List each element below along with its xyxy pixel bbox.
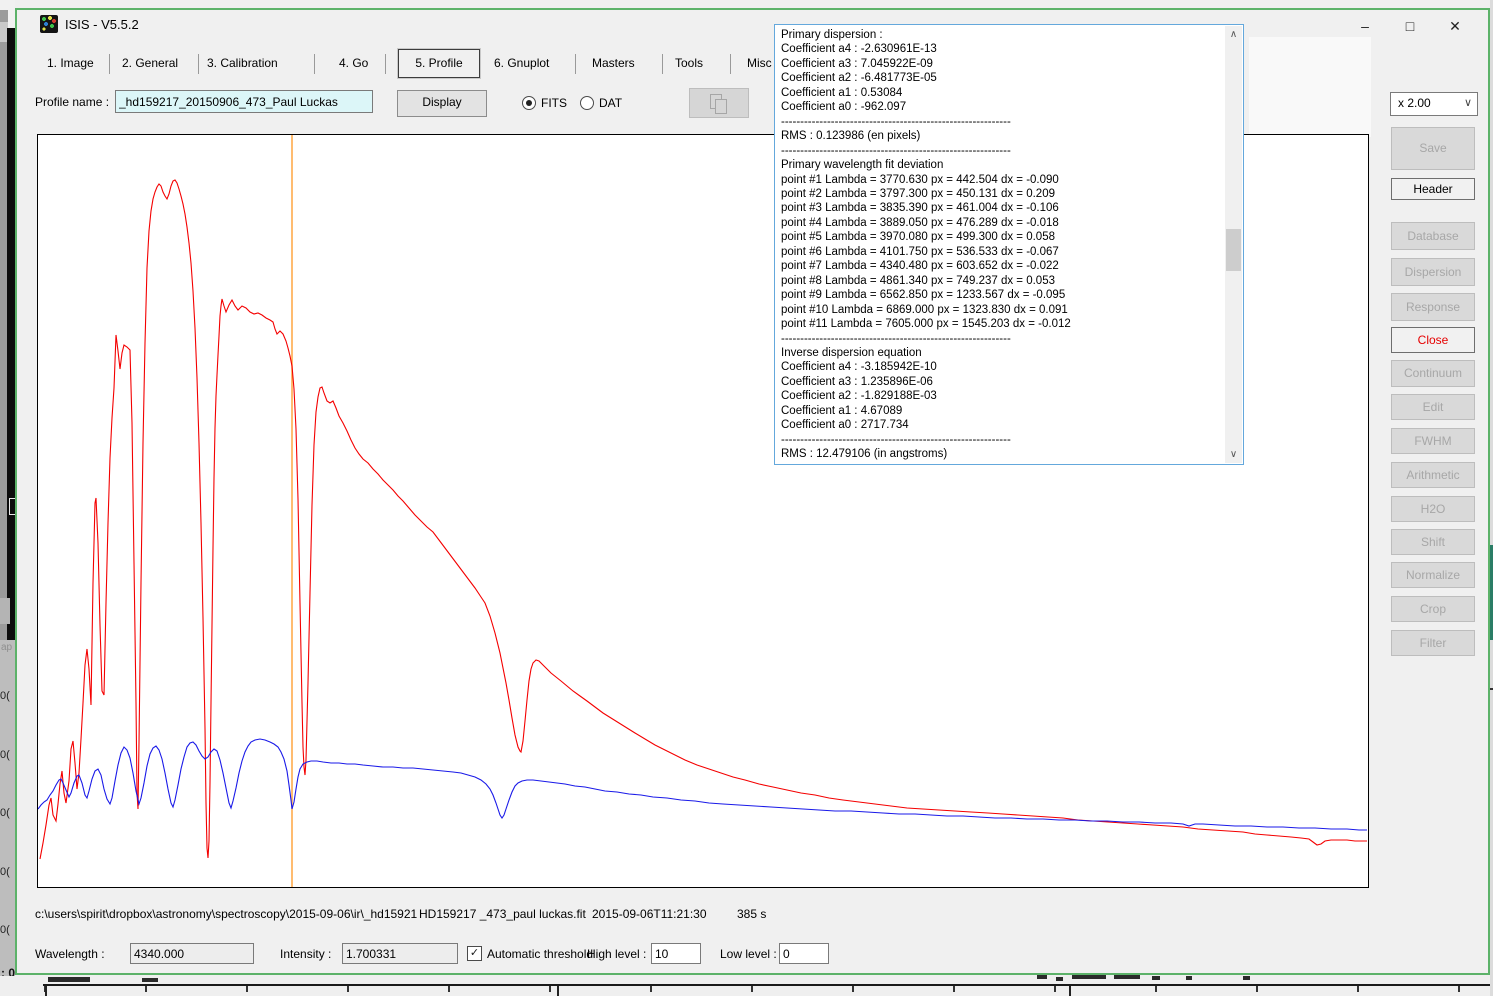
background-window-dark-strip	[7, 28, 15, 640]
tab-separator	[314, 54, 315, 74]
desktop: ap 0(0(0(0(0( : 0 ISIS - V5.5.2 – □ ✕ 1.…	[0, 0, 1493, 996]
profile-name-input[interactable]	[115, 90, 373, 113]
wavelength-value-field[interactable]	[130, 943, 254, 964]
dispersion-button[interactable]: Dispersion	[1391, 258, 1475, 286]
automatic-threshold-label: Automatic threshold	[487, 947, 593, 961]
timestamp-label: 2015-09-06T11:21:30	[592, 907, 707, 921]
tab-misc[interactable]: Misc	[747, 56, 772, 70]
header-button[interactable]: Header	[1391, 178, 1475, 200]
background-curve-fragment	[1243, 976, 1250, 980]
maximize-button[interactable]: □	[1395, 14, 1425, 38]
wavelength-label: Wavelength :	[35, 947, 105, 961]
low-level-field[interactable]	[779, 943, 829, 964]
dispersion-results-text: Primary dispersion :Coefficient a4 : -2.…	[781, 28, 1219, 461]
close-button[interactable]: Close	[1391, 327, 1475, 353]
canvas-background-patch	[1249, 37, 1371, 137]
background-axis-labels: 0(0(0(0(0(	[0, 690, 15, 983]
normalize-button[interactable]: Normalize	[1391, 562, 1475, 588]
check-icon: ✓	[470, 947, 479, 959]
tab-masters[interactable]: Masters	[592, 56, 635, 70]
tab-separator	[730, 54, 731, 74]
background-curve-fragment	[1056, 977, 1063, 981]
window-title: ISIS - V5.5.2	[65, 17, 139, 32]
automatic-threshold-checkbox[interactable]: ✓	[467, 946, 482, 961]
fwhm-button[interactable]: FWHM	[1391, 428, 1475, 454]
display-button[interactable]: Display	[397, 90, 487, 117]
copy-icon	[710, 94, 722, 109]
background-curve-fragment	[48, 977, 90, 982]
dispersion-results-popup[interactable]: Primary dispersion :Coefficient a4 : -2.…	[774, 24, 1244, 465]
h2o-button[interactable]: H2O	[1391, 496, 1475, 522]
minimize-button[interactable]: –	[1350, 14, 1380, 38]
tab-separator	[662, 54, 663, 74]
background-curve-fragment	[1186, 976, 1192, 980]
tab-separator	[198, 54, 199, 74]
crop-button[interactable]: Crop	[1391, 596, 1475, 622]
fits-radio[interactable]	[522, 96, 536, 110]
tab-profile-label: 5. Profile	[415, 56, 462, 70]
dat-radio-label: DAT	[599, 96, 622, 110]
intensity-value-field[interactable]	[342, 943, 458, 964]
fits-radio-label: FITS	[541, 96, 567, 110]
tab-calibration[interactable]: 3. Calibration	[207, 56, 278, 70]
tab-image[interactable]: 1. Image	[47, 56, 94, 70]
isis-main-window: ISIS - V5.5.2 – □ ✕ 1. Image 2. General …	[15, 8, 1490, 975]
intensity-label: Intensity :	[280, 947, 331, 961]
shift-button[interactable]: Shift	[1391, 529, 1475, 555]
isis-app-icon	[40, 15, 58, 33]
tab-gnuplot[interactable]: 6. Gnuplot	[494, 56, 549, 70]
chevron-down-icon: ∨	[1464, 96, 1472, 109]
background-axis-major-tick	[45, 986, 47, 996]
zoom-select-value: x 2.00	[1398, 96, 1431, 110]
scroll-up-icon[interactable]: ∧	[1225, 26, 1242, 43]
popup-scrollbar[interactable]: ∧ ∨	[1225, 26, 1242, 463]
continuum-button[interactable]: Continuum	[1391, 360, 1475, 387]
dat-radio[interactable]	[580, 96, 594, 110]
high-level-label: High level :	[587, 947, 646, 961]
arithmetic-button[interactable]: Arithmetic	[1391, 462, 1475, 488]
background-curve-fragment	[1152, 976, 1160, 980]
low-level-label: Low level :	[720, 947, 777, 961]
tab-profile-selected[interactable]: 5. Profile	[398, 49, 480, 78]
background-axis-major-tick	[1069, 986, 1071, 996]
copy-profile-button[interactable]	[689, 88, 749, 118]
background-window-notch2	[0, 598, 10, 624]
file-name-label: HD159217 _473_paul luckas.fit	[419, 907, 586, 921]
tab-separator	[575, 54, 576, 74]
edit-button[interactable]: Edit	[1391, 394, 1475, 420]
exposure-label: 385 s	[737, 907, 766, 921]
filter-button[interactable]: Filter	[1391, 630, 1475, 656]
profile-name-label: Profile name :	[35, 95, 109, 109]
popup-scrollbar-thumb[interactable]	[1226, 229, 1241, 271]
file-path-label: c:\users\spirit\dropbox\astronomy\spectr…	[35, 907, 417, 921]
tab-general[interactable]: 2. General	[122, 56, 178, 70]
tab-separator	[385, 54, 386, 74]
save-button[interactable]: Save	[1391, 127, 1475, 170]
background-text-fragment: ap	[1, 642, 12, 653]
tab-separator	[109, 54, 110, 74]
background-axis-major-tick	[557, 986, 559, 996]
response-button[interactable]: Response	[1391, 293, 1475, 321]
background-axis-ticks	[44, 986, 1493, 992]
scroll-down-icon[interactable]: ∨	[1225, 446, 1242, 463]
database-button[interactable]: Database	[1391, 222, 1475, 250]
tab-go[interactable]: 4. Go	[339, 56, 368, 70]
tab-tools[interactable]: Tools	[675, 56, 703, 70]
background-curve-fragment	[142, 978, 158, 982]
high-level-field[interactable]	[651, 943, 701, 964]
close-window-button[interactable]: ✕	[1440, 14, 1470, 38]
zoom-select[interactable]: x 2.00 ∨	[1390, 92, 1478, 116]
